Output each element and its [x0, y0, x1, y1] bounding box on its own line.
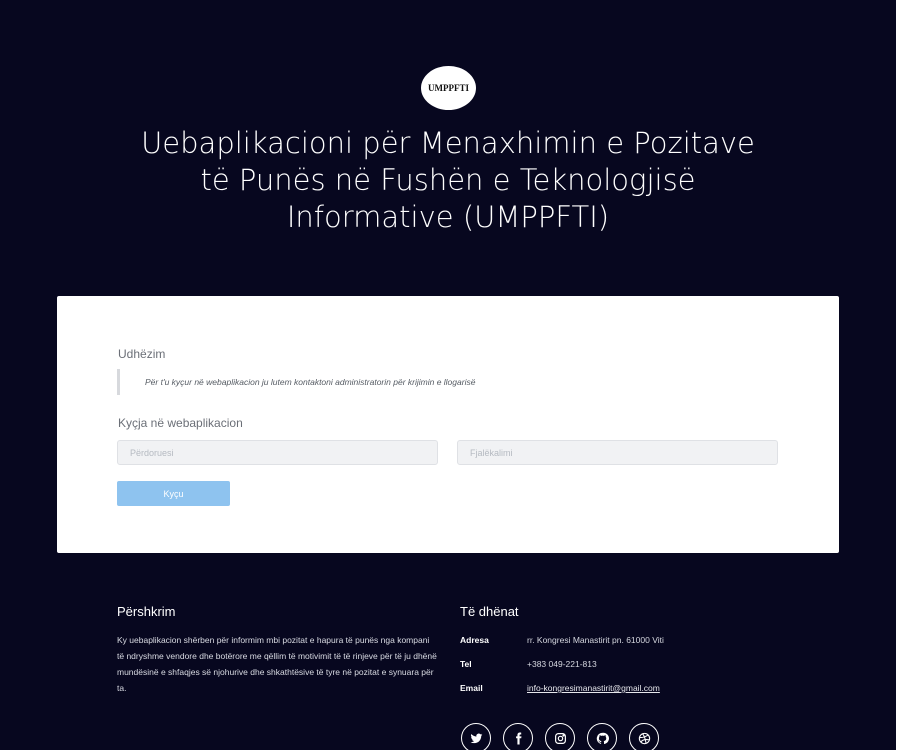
email-key: Email: [460, 683, 483, 693]
page-background: UMPPFTI Uebaplikacioni për Menaxhimin e …: [0, 0, 896, 750]
description-text: Ky uebaplikacion shërben për informim mb…: [117, 635, 437, 693]
description-heading: Përshkrim: [117, 604, 176, 619]
window-edge: [896, 0, 900, 750]
password-field[interactable]: [457, 440, 778, 465]
github-icon[interactable]: [587, 723, 617, 750]
page-title-line: Uebaplikacioni për Menaxhimin e Pozitave: [141, 126, 755, 160]
login-heading: Kyçja në webaplikacion: [118, 416, 243, 430]
phone-key: Tel: [460, 659, 472, 669]
address-key: Adresa: [460, 635, 489, 645]
guide-note: Për t'u kyçur në webaplikacion ju lutem …: [117, 369, 777, 395]
instagram-icon[interactable]: [545, 723, 575, 750]
guide-heading: Udhëzim: [118, 347, 166, 361]
login-button[interactable]: Kyçu: [117, 481, 230, 506]
twitter-icon[interactable]: [461, 723, 491, 750]
username-field[interactable]: [117, 440, 438, 465]
phone-value: +383 049-221-813: [527, 659, 597, 669]
guide-note-text: Për t'u kyçur në webaplikacion ju lutem …: [145, 377, 476, 387]
page-title-line: të Punës në Fushën e Teknologjisë: [200, 163, 696, 197]
logo: UMPPFTI: [421, 66, 476, 110]
email-link[interactable]: info-kongresimanastirit@gmail.com: [527, 683, 660, 693]
facebook-icon[interactable]: [503, 723, 533, 750]
page-title: Uebaplikacioni për Menaxhimin e Pozitave…: [100, 125, 796, 236]
address-value: rr. Kongresi Manastirit pn. 61000 Viti: [527, 635, 664, 645]
dribbble-icon[interactable]: [629, 723, 659, 750]
page-title-line: Informative (UMPPFTI): [286, 200, 610, 234]
details-heading: Të dhënat: [460, 604, 519, 619]
